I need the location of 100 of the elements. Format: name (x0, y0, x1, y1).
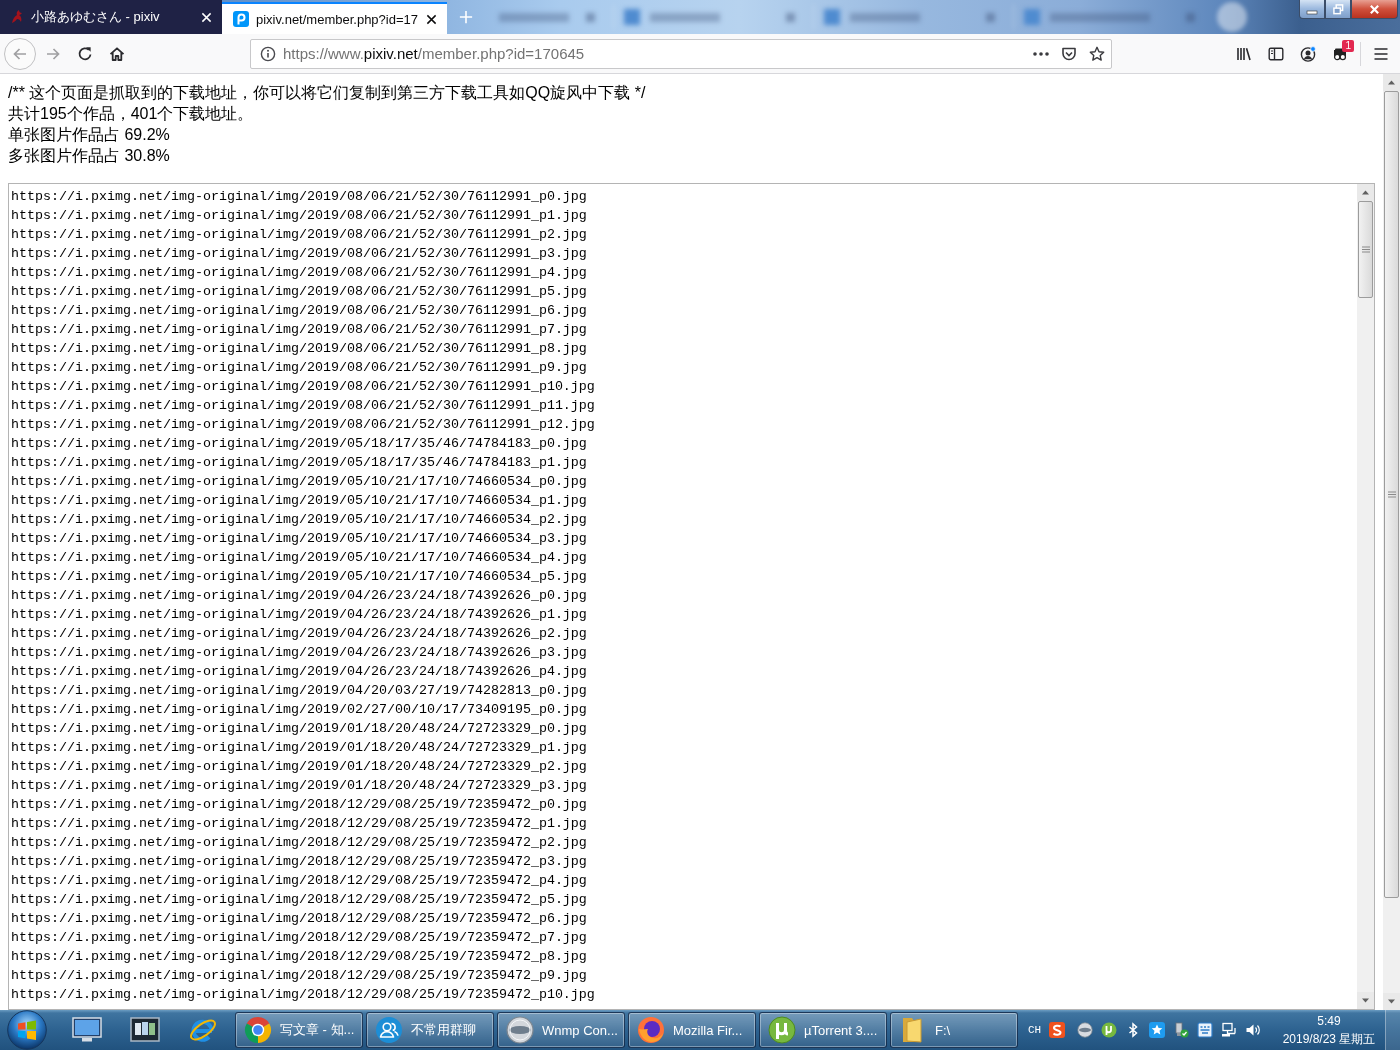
url-line: https://i.pximg.net/img-original/img/2018/12/29/08/25/19/72359472_p2.jpg (11, 834, 587, 852)
url-line: https://i.pximg.net/img-original/img/2019/08/06/21/52/30/76112991_p11.jpg (11, 397, 595, 415)
taskbar-button[interactable]: F:\ (890, 1012, 1018, 1048)
info-text: 共计195个作品，401个下载地址。 (8, 104, 255, 124)
more-icon[interactable] (1033, 51, 1049, 56)
url-line: https://i.pximg.net/img-original/img/2019/08/06/21/52/30/76112991_p5.jpg (11, 283, 587, 301)
sidebar-icon[interactable] (1268, 45, 1284, 62)
info-icon[interactable] (260, 45, 276, 62)
language-indicator[interactable]: CH (1028, 1024, 1042, 1036)
url-line: https://i.pximg.net/img-original/img/2019/08/06/21/52/30/76112991_p8.jpg (11, 340, 587, 358)
url-line: https://i.pximg.net/img-original/img/2019/08/06/21/52/30/76112991_p4.jpg (11, 264, 587, 282)
url-line: https://i.pximg.net/img-original/img/2019/05/10/21/17/10/74660534_p4.jpg (11, 549, 587, 567)
disc-icon[interactable] (1077, 1022, 1094, 1038)
url-line: https://i.pximg.net/img-original/img/2018/12/29/08/25/19/72359472_p4.jpg (11, 872, 587, 890)
mu-logo-icon[interactable] (1101, 1022, 1118, 1038)
taskbar-button[interactable]: Mozilla Fir... (628, 1012, 756, 1048)
star-badge-icon[interactable] (1149, 1022, 1166, 1038)
grip-icon (1387, 491, 1396, 498)
url-line: https://i.pximg.net/img-original/img/2018/12/29/08/25/19/72359472_p10.jpg (11, 986, 595, 1004)
url-line: https://i.pximg.net/img-original/img/2019/05/10/21/17/10/74660534_p2.jpg (11, 511, 587, 529)
url-line: https://i.pximg.net/img-original/img/2018/12/29/08/25/19/72359472_p1.jpg (11, 815, 587, 833)
url-line: https://i.pximg.net/img-original/img/2018/12/29/08/25/19/72359472_p5.jpg (11, 891, 587, 909)
mu-logo-icon (768, 1016, 796, 1044)
clock-time[interactable]: 5:49 (1317, 1012, 1341, 1030)
taskbar-button[interactable]: µTorrent 3.... (759, 1012, 887, 1048)
close-window-button[interactable] (1351, 0, 1398, 19)
url-line: https://i.pximg.net/img-original/img/2019/01/18/20/48/24/72723329_p3.jpg (11, 777, 587, 795)
round-browser-icon (244, 1016, 272, 1044)
library-icon[interactable] (1236, 45, 1252, 62)
input-method-icon[interactable] (1049, 1022, 1066, 1038)
home-icon[interactable] (109, 45, 125, 62)
people-icon (375, 1016, 403, 1044)
url-line: https://i.pximg.net/img-original/img/2019/08/06/21/52/30/76112991_p9.jpg (11, 359, 587, 377)
monitor-icon[interactable] (72, 1017, 102, 1043)
windows-stack-icon[interactable] (130, 1017, 160, 1043)
start-button[interactable] (7, 1010, 47, 1050)
url-line: https://i.pximg.net/img-original/img/2019/08/06/21/52/30/76112991_p1.jpg (11, 207, 587, 225)
url-field[interactable]: https://www.pixiv.net/member.php?id=170645 (283, 45, 1021, 62)
reload-icon[interactable] (77, 45, 93, 62)
notification-badge: 1 (1342, 39, 1354, 52)
url-line: https://i.pximg.net/img-original/img/2018/12/29/08/25/19/72359472_p9.jpg (11, 967, 587, 985)
url-line: https://i.pximg.net/img-original/img/2019/04/26/23/24/18/74392626_p3.jpg (11, 644, 587, 662)
url-line: https://i.pximg.net/img-original/img/2019/05/10/21/17/10/74660534_p1.jpg (11, 492, 587, 510)
url-line: https://i.pximg.net/img-original/img/2019/02/27/00/10/17/73409195_p0.jpg (11, 701, 587, 719)
scrollbar-thumb[interactable] (1358, 201, 1373, 298)
url-line: https://i.pximg.net/img-original/img/2019/04/26/23/24/18/74392626_p4.jpg (11, 663, 587, 681)
bookmark-star-icon[interactable] (1089, 45, 1105, 62)
url-line: https://i.pximg.net/img-original/img/2019/08/06/21/52/30/76112991_p12.jpg (11, 416, 595, 434)
url-line: https://i.pximg.net/img-original/img/2018/12/29/08/25/19/72359472_p3.jpg (11, 853, 587, 871)
clock-date[interactable]: 2019/8/23 星期五 (1282, 1030, 1376, 1048)
url-line: https://i.pximg.net/img-original/img/2019/08/06/21/52/30/76112991_p2.jpg (11, 226, 587, 244)
url-line: https://i.pximg.net/img-original/img/2019/04/26/23/24/18/74392626_p1.jpg (11, 606, 587, 624)
url-line: https://i.pximg.net/img-original/img/2019/05/18/17/35/46/74784183_p1.jpg (11, 454, 587, 472)
url-line: https://i.pximg.net/img-original/img/2019/01/18/20/48/24/72723329_p0.jpg (11, 720, 587, 738)
url-line: https://i.pximg.net/img-original/img/2019/08/06/21/52/30/76112991_p6.jpg (11, 302, 587, 320)
disc-icon (506, 1016, 534, 1044)
url-line: https://i.pximg.net/img-original/img/2019/05/10/21/17/10/74660534_p5.jpg (11, 568, 587, 586)
url-line: https://i.pximg.net/img-original/img/2019/08/06/21/52/30/76112991_p7.jpg (11, 321, 587, 339)
url-line: https://i.pximg.net/img-original/img/2018/12/29/08/25/19/72359472_p0.jpg (11, 796, 587, 814)
close-icon (1369, 3, 1380, 15)
pocket-icon[interactable] (1061, 45, 1077, 62)
taskbar-button[interactable]: 不常用群聊 (366, 1012, 494, 1048)
browser-tab[interactable]: pixiv.net/member.php?id=17 (222, 2, 447, 34)
page-scrollbar[interactable] (1383, 74, 1400, 1010)
network-icon[interactable] (1221, 1022, 1238, 1038)
restore-icon (1332, 3, 1344, 15)
url-line: https://i.pximg.net/img-original/img/2019/05/10/21/17/10/74660534_p3.jpg (11, 530, 587, 548)
fox-globe-icon (637, 1016, 665, 1044)
favicon-icon (233, 11, 249, 27)
textarea-scrollbar[interactable] (1357, 184, 1374, 1009)
url-line: https://i.pximg.net/img-original/img/2019/08/06/21/52/30/76112991_p0.jpg (11, 188, 587, 206)
keyboard-icon[interactable] (1197, 1022, 1214, 1038)
url-line: https://i.pximg.net/img-original/img/2019/05/18/17/35/46/74784183_p0.jpg (11, 435, 587, 453)
scrollbar-thumb[interactable] (1384, 91, 1399, 898)
url-line: https://i.pximg.net/img-original/img/2019/08/06/21/52/30/76112991_p3.jpg (11, 245, 587, 263)
browser-tab[interactable]: 小路あゆむさん - pixiv (0, 0, 222, 34)
url-line: https://i.pximg.net/img-original/img/2018/12/29/08/25/19/72359472_p7.jpg (11, 929, 587, 947)
links-textarea[interactable] (8, 183, 1375, 1010)
usb-device-icon[interactable] (1173, 1022, 1190, 1038)
restore-button[interactable] (1325, 0, 1351, 19)
info-text: 单张图片作品占 69.2% (8, 125, 171, 145)
taskbar-button[interactable]: Wnmp Con... (497, 1012, 625, 1048)
url-line: https://i.pximg.net/img-original/img/2018/12/29/08/25/19/72359472_p6.jpg (11, 910, 587, 928)
url-line: https://i.pximg.net/img-original/img/2019/08/06/21/52/30/76112991_p10.jpg (11, 378, 595, 396)
taskbar-button[interactable]: 写文章 - 知... (235, 1012, 363, 1048)
url-line: https://i.pximg.net/img-original/img/2019/04/20/03/27/19/74282813_p0.jpg (11, 682, 587, 700)
info-text: 多张图片作品占 30.8% (8, 146, 171, 166)
url-line: https://i.pximg.net/img-original/img/2019/01/18/20/48/24/72723329_p1.jpg (11, 739, 587, 757)
url-line: https://i.pximg.net/img-original/img/2019/01/18/20/48/24/72723329_p2.jpg (11, 758, 587, 776)
volume-icon[interactable] (1245, 1022, 1262, 1038)
url-line: https://i.pximg.net/img-original/img/2019/04/26/23/24/18/74392626_p2.jpg (11, 625, 587, 643)
minimize-icon (1306, 9, 1318, 15)
menu-icon[interactable] (1373, 45, 1389, 62)
close-icon[interactable] (426, 13, 437, 25)
account-icon[interactable] (1300, 45, 1316, 62)
url-line: https://i.pximg.net/img-original/img/2019/05/10/21/17/10/74660534_p0.jpg (11, 473, 587, 491)
address-bar[interactable]: https://www.pixiv.net/member.php?id=170645 (250, 38, 1112, 69)
url-line: https://i.pximg.net/img-original/img/2019/04/26/23/24/18/74392626_p0.jpg (11, 587, 587, 605)
url-line: https://i.pximg.net/img-original/img/2018/12/29/08/25/19/72359472_p8.jpg (11, 948, 587, 966)
minimize-button[interactable] (1299, 0, 1325, 19)
